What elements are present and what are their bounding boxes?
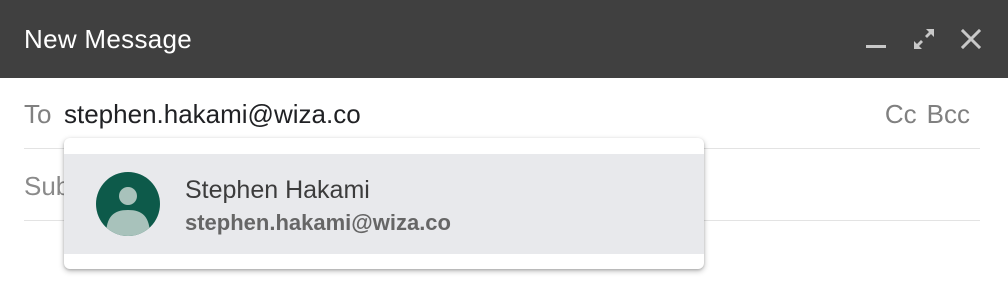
contact-name: Stephen Hakami [185,176,370,204]
close-icon [960,28,982,50]
compose-window: New Message To Cc Bcc [0,0,1008,288]
contact-email: stephen.hakami@wiza.co [185,210,451,235]
compose-titlebar[interactable]: New Message [0,0,1008,78]
cc-link[interactable]: Cc [885,99,917,129]
close-button[interactable] [956,24,986,54]
fullscreen-button[interactable] [909,24,939,54]
contact-suggestion-item[interactable]: Stephen Hakami stephen.hakami@wiza.co [64,154,704,254]
contact-suggestions-dropdown: Stephen Hakami stephen.hakami@wiza.co [64,138,704,269]
expand-icon [914,29,934,49]
compose-title: New Message [24,24,193,54]
person-avatar-icon [96,172,160,236]
bcc-link[interactable]: Bcc [927,99,970,129]
cc-bcc-links: Cc Bcc [885,97,970,131]
to-label: To [24,99,52,129]
minimize-icon [866,45,886,48]
to-field[interactable] [64,97,824,131]
minimize-button[interactable] [861,24,891,54]
